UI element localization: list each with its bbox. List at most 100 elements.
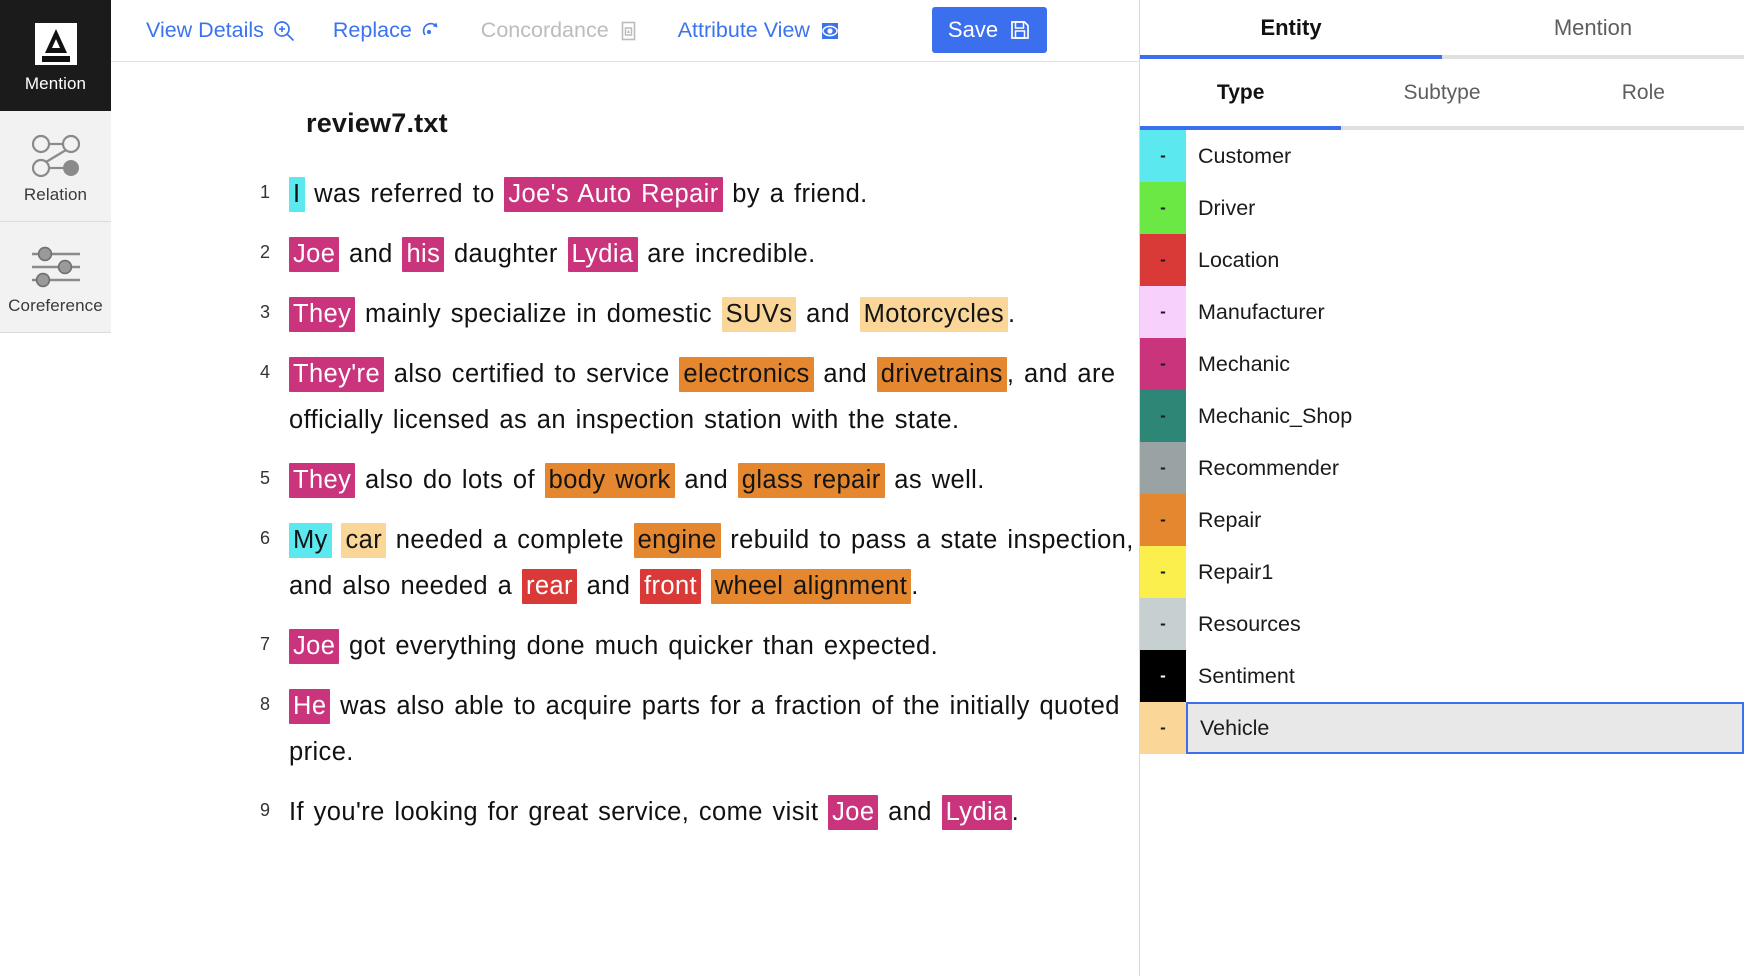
type-color-swatch: -: [1140, 234, 1186, 286]
line-text[interactable]: He was also able to acquire parts for a …: [289, 683, 1139, 775]
view-details-label: View Details: [146, 18, 264, 42]
sidebar-item-coreference[interactable]: Coreference: [0, 222, 111, 333]
page-title: review7.txt: [306, 108, 448, 138]
line-number: 4: [259, 362, 270, 382]
annotated-mention[interactable]: Lydia: [941, 795, 1012, 830]
tab-type[interactable]: Type: [1140, 59, 1342, 130]
tab-subtype[interactable]: Subtype: [1341, 59, 1543, 130]
annotated-mention[interactable]: drivetrains: [876, 357, 1007, 392]
entity-type-row[interactable]: - Recommender: [1140, 442, 1744, 494]
replace-button[interactable]: Replace: [314, 14, 462, 47]
entity-type-label: Vehicle: [1186, 702, 1744, 754]
document-line: 7 Joe got everything done much quicker th…: [111, 623, 1139, 669]
line-text[interactable]: Joe and his daughter Lydia are incredibl…: [289, 231, 1139, 277]
type-color-swatch: -: [1140, 286, 1186, 338]
entity-type-label: Customer: [1198, 143, 1292, 168]
line-text[interactable]: They mainly specialize in domestic SUVs …: [289, 291, 1139, 337]
line-text[interactable]: My car needed a complete engine rebuild …: [289, 517, 1139, 609]
document-line: 6 My car needed a complete engine rebuild…: [111, 517, 1139, 609]
annotated-mention[interactable]: his: [402, 237, 445, 272]
entity-type-row[interactable]: - Resources: [1140, 598, 1744, 650]
annotated-mention[interactable]: wheel alignment: [710, 569, 912, 604]
main-column: View Details Replace Concordance Attribu…: [111, 0, 1140, 976]
view-details-button[interactable]: View Details: [127, 14, 314, 47]
annotated-mention[interactable]: They're: [289, 357, 385, 392]
annotated-mention[interactable]: SUVs: [721, 297, 797, 332]
annotated-mention[interactable]: glass repair: [737, 463, 885, 498]
line-text[interactable]: They're also certified to service electr…: [289, 351, 1139, 443]
entity-type-row[interactable]: - Vehicle: [1140, 702, 1744, 754]
tab-entity-label: Entity: [1260, 14, 1322, 40]
entity-type-row[interactable]: - Mechanic_Shop: [1140, 390, 1744, 442]
plain-text: mainly specialize in domestic: [355, 300, 722, 328]
tab-entity[interactable]: Entity: [1140, 0, 1442, 59]
entity-type-row[interactable]: - Manufacturer: [1140, 286, 1744, 338]
save-button[interactable]: Save: [932, 7, 1047, 53]
line-number: 2: [259, 242, 270, 262]
line-text[interactable]: I was referred to Joe's Auto Repair by a…: [289, 171, 1139, 217]
type-color-swatch: -: [1140, 182, 1186, 234]
tab-mention[interactable]: Mention: [1442, 0, 1744, 59]
sidebar-item-label: Coreference: [8, 295, 103, 315]
plain-text: also certified to service: [384, 360, 680, 388]
plain-text: are incredible.: [637, 240, 816, 268]
sidebar-item-label: Relation: [23, 184, 88, 204]
sidebar-item-relation[interactable]: Relation: [0, 111, 111, 222]
tab-role[interactable]: Role: [1542, 59, 1744, 130]
entity-type-label: Recommender: [1198, 455, 1339, 480]
line-number: 3: [259, 302, 270, 322]
type-color-swatch: -: [1140, 338, 1186, 390]
concordance-button[interactable]: Concordance: [462, 14, 659, 47]
annotated-mention[interactable]: Lydia: [567, 237, 638, 272]
annotated-mention[interactable]: My: [289, 523, 332, 558]
annotated-mention[interactable]: Joe: [289, 629, 340, 664]
annotated-mention[interactable]: car: [341, 523, 387, 558]
line-number: 1: [259, 182, 270, 202]
tab-role-label: Role: [1621, 80, 1665, 104]
plain-text: and: [576, 572, 641, 600]
annotated-mention[interactable]: They: [289, 463, 356, 498]
entity-type-list: - Customer - Driver - Location - Manufacturer - M…: [1140, 130, 1744, 976]
annotated-mention[interactable]: electronics: [679, 357, 814, 392]
magnifier-plus-icon: [273, 20, 295, 42]
line-text[interactable]: Joe got everything done much quicker tha…: [289, 623, 1139, 669]
entity-mention-tabs: Entity Mention: [1140, 0, 1744, 59]
annotated-mention[interactable]: Joe: [289, 237, 340, 272]
annotated-mention[interactable]: front: [640, 569, 702, 604]
entity-type-label: Repair1: [1198, 559, 1274, 584]
entity-type-label: Manufacturer: [1198, 299, 1325, 324]
line-text[interactable]: If you're looking for great service, com…: [289, 789, 1139, 835]
annotated-mention[interactable]: engine: [633, 523, 721, 558]
floppy-disk-icon: [1009, 19, 1031, 41]
line-text[interactable]: They also do lots of body work and glass…: [289, 457, 1139, 503]
annotated-mention[interactable]: Joe: [828, 795, 879, 830]
document-lines: 1 I was referred to Joe's Auto Repair by …: [111, 171, 1139, 835]
type-color-swatch: -: [1140, 390, 1186, 442]
relation-graph-icon: [28, 130, 84, 182]
entity-type-row[interactable]: - Location: [1140, 234, 1744, 286]
annotated-mention[interactable]: They: [289, 297, 356, 332]
entity-type-row[interactable]: - Sentiment: [1140, 650, 1744, 702]
plain-text: was also able to acquire parts for a fra…: [289, 692, 1120, 766]
line-number: 5: [259, 468, 270, 488]
sidebar-item-mention[interactable]: Mention: [0, 0, 111, 111]
tab-mention-label: Mention: [1553, 14, 1633, 40]
annotated-mention[interactable]: Joe's Auto Repair: [504, 177, 723, 212]
entity-type-row[interactable]: - Driver: [1140, 182, 1744, 234]
annotated-mention[interactable]: body work: [544, 463, 675, 498]
entity-type-row[interactable]: - Mechanic: [1140, 338, 1744, 390]
type-color-swatch: -: [1140, 546, 1186, 598]
attribute-view-button[interactable]: Attribute View: [659, 14, 860, 47]
sliders-icon: [28, 241, 84, 293]
annotated-mention[interactable]: He: [289, 689, 331, 724]
entity-type-row[interactable]: - Customer: [1140, 130, 1744, 182]
type-color-swatch: -: [1140, 130, 1186, 182]
entity-type-row[interactable]: - Repair1: [1140, 546, 1744, 598]
plain-text: .: [911, 572, 919, 600]
plain-text: as well.: [884, 466, 985, 494]
annotated-mention[interactable]: Motorcycles: [859, 297, 1009, 332]
annotated-mention[interactable]: I: [289, 177, 305, 212]
entity-type-row[interactable]: - Repair: [1140, 494, 1744, 546]
document-line: 3 They mainly specialize in domestic SUVs…: [111, 291, 1139, 337]
annotated-mention[interactable]: rear: [521, 569, 577, 604]
